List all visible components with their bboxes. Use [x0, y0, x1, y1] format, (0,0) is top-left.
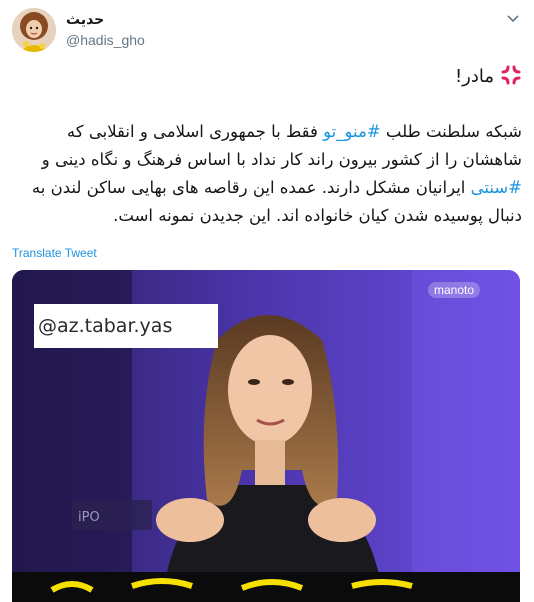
tweet-text-line-3: #سنتی ایرانیان مشکل دارند. عمده این رقاص… [12, 178, 522, 197]
tweet-text-line-2: شاهشان را از کشور بیرون راند کار نداد با… [41, 150, 522, 169]
tweet-text-segment: فقط با جمهوری اسلامی و انقلابی که [66, 122, 324, 141]
avatar[interactable] [12, 8, 56, 52]
anger-symbol-icon [501, 65, 521, 85]
hashtag-link-manoto[interactable]: #منو_تو [323, 122, 381, 141]
tweet-media-video[interactable]: iPO @az.tabar.yas manoto [12, 270, 520, 602]
tweet-text-line-0: مادر! [12, 64, 522, 87]
svg-text:iPO: iPO [78, 510, 100, 525]
chevron-down-icon[interactable] [506, 12, 520, 26]
tweet-text-mother: مادر! [454, 66, 494, 87]
tweet-header: حدیث @hadis_gho [0, 0, 534, 60]
video-watermark: @az.tabar.yas [34, 304, 218, 348]
author-name[interactable]: حدیث [66, 12, 104, 28]
tweet-text-segment: ایرانیان مشکل دارند. عمده این رقاصه های … [31, 178, 471, 197]
tweet-text-segment: شبکه سلطنت طلب [380, 122, 522, 141]
tweet-text-line-1: شبکه سلطنت طلب #منو_تو فقط با جمهوری اسل… [12, 122, 522, 141]
author-handle[interactable]: @hadis_gho [66, 32, 145, 48]
translate-tweet-link[interactable]: Translate Tweet [12, 246, 97, 260]
tweet-text-line-4: دنبال پوسیده شدن کیان خانواده اند. این ج… [113, 206, 522, 225]
hashtag-link-sonati[interactable]: #سنتی [471, 178, 522, 197]
channel-logo: manoto [427, 282, 480, 298]
avatar-image [12, 8, 56, 52]
